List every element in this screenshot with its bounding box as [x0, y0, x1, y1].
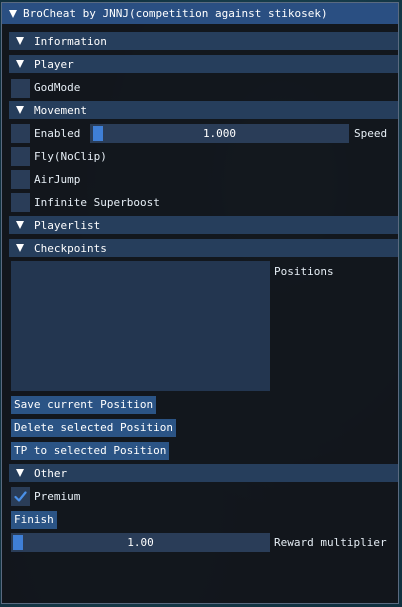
infinite-superboost-label: Infinite Superboost — [34, 196, 160, 209]
reward-multiplier-value: 1.00 — [127, 536, 154, 549]
section-title: Player — [34, 57, 74, 71]
movement-enabled-label: Enabled — [34, 127, 81, 140]
section-header-movement[interactable]: Movement — [9, 101, 398, 119]
section-header-other[interactable]: Other — [9, 464, 398, 482]
window-titlebar[interactable]: BroCheat by JNNJ(competition against sti… — [2, 3, 398, 24]
delete-position-button[interactable]: Delete selected Position — [11, 419, 176, 437]
section-header-information[interactable]: Information — [9, 32, 398, 50]
collapse-arrow-icon — [16, 221, 24, 229]
speed-value: 1.000 — [202, 127, 237, 140]
reward-multiplier-label: Reward multiplier — [274, 536, 387, 549]
positions-label: Positions — [274, 265, 334, 278]
airjump-checkbox[interactable] — [11, 170, 30, 189]
finish-button[interactable]: Finish — [11, 511, 57, 529]
collapse-arrow-icon — [16, 106, 24, 114]
section-title: Other — [34, 466, 68, 480]
section-title: Information — [34, 34, 107, 48]
godmode-checkbox[interactable] — [11, 79, 30, 98]
reward-multiplier-slider[interactable]: 1.00 — [11, 533, 270, 552]
infinite-superboost-checkbox[interactable] — [11, 193, 30, 212]
speed-slider[interactable]: 1.000 — [90, 124, 349, 143]
section-title: Checkpoints — [34, 241, 107, 255]
collapse-arrow-icon — [16, 244, 24, 252]
godmode-label: GodMode — [34, 81, 81, 94]
save-position-button[interactable]: Save current Position — [11, 396, 157, 414]
premium-checkbox[interactable] — [11, 487, 30, 506]
cheat-menu-window[interactable]: BroCheat by JNNJ(competition against sti… — [1, 2, 399, 604]
speed-label: Speed — [354, 127, 388, 140]
collapse-arrow-icon[interactable] — [9, 9, 17, 18]
section-title: Playerlist — [34, 218, 101, 232]
premium-label: Premium — [34, 490, 81, 503]
checkmark-icon — [14, 491, 27, 502]
airjump-label: AirJump — [34, 173, 81, 186]
section-header-player[interactable]: Player — [9, 55, 398, 73]
section-header-playerlist[interactable]: Playerlist — [9, 216, 398, 234]
fly-noclip-label: Fly(NoClip) — [34, 150, 107, 163]
tp-position-button[interactable]: TP to selected Position — [11, 442, 170, 460]
collapse-arrow-icon — [16, 37, 24, 45]
collapse-arrow-icon — [16, 469, 24, 477]
section-title: Movement — [34, 103, 87, 117]
positions-listbox[interactable] — [11, 261, 270, 391]
movement-enabled-checkbox[interactable] — [11, 124, 30, 143]
fly-noclip-checkbox[interactable] — [11, 147, 30, 166]
section-header-checkpoints[interactable]: Checkpoints — [9, 239, 398, 257]
collapse-arrow-icon — [16, 60, 24, 68]
window-title: BroCheat by JNNJ(competition against sti… — [23, 7, 328, 20]
